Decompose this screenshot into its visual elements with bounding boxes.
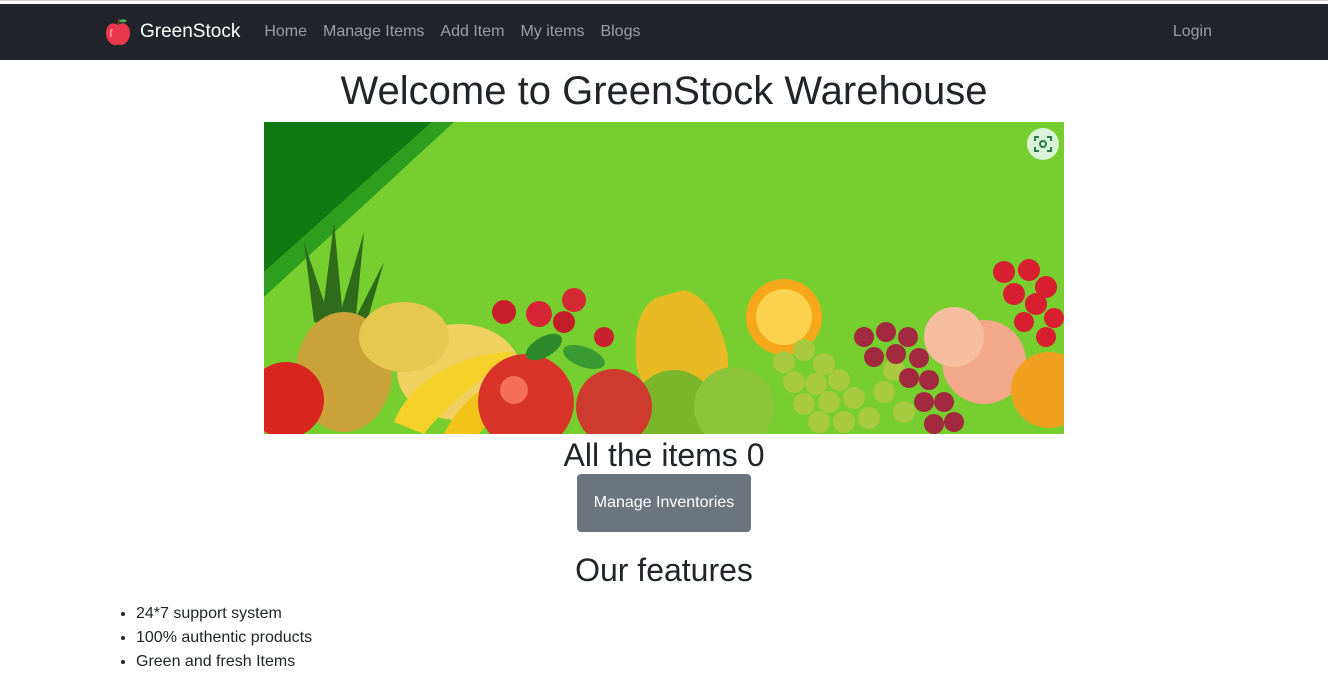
feature-item: Green and fresh Items (136, 650, 1328, 674)
features-heading: Our features (575, 552, 753, 588)
nav-links: Home Manage Items Add Item My items Blog… (264, 23, 640, 41)
brand-name: GreenStock (140, 21, 241, 42)
hero-banner (264, 122, 1064, 434)
nav-blogs[interactable]: Blogs (600, 23, 640, 41)
visual-search-icon (1034, 136, 1052, 152)
nav-home[interactable]: Home (264, 23, 307, 41)
nav-login[interactable]: Login (1173, 23, 1212, 41)
page-title: Welcome to GreenStock Warehouse (340, 69, 988, 113)
brand[interactable]: GreenStock (104, 17, 240, 47)
manage-inventories-button[interactable]: Manage Inventories (576, 474, 752, 532)
feature-item: 24*7 support system (136, 602, 1328, 626)
nav-manage-items[interactable]: Manage Items (323, 23, 424, 41)
fruit-banner-image (264, 122, 1064, 434)
nav-my-items[interactable]: My items (520, 23, 584, 41)
button-wrap: Manage Inventories (0, 474, 1328, 532)
features-list: 24*7 support system 100% authentic produ… (0, 602, 1328, 674)
top-navbar: GreenStock Home Manage Items Add Item My… (0, 4, 1328, 60)
feature-item: 100% authentic products (136, 626, 1328, 650)
apple-icon (106, 18, 130, 46)
items-count-heading: All the items 0 (563, 437, 765, 473)
visual-search-button[interactable] (1027, 128, 1059, 160)
nav-add-item[interactable]: Add Item (440, 23, 504, 41)
